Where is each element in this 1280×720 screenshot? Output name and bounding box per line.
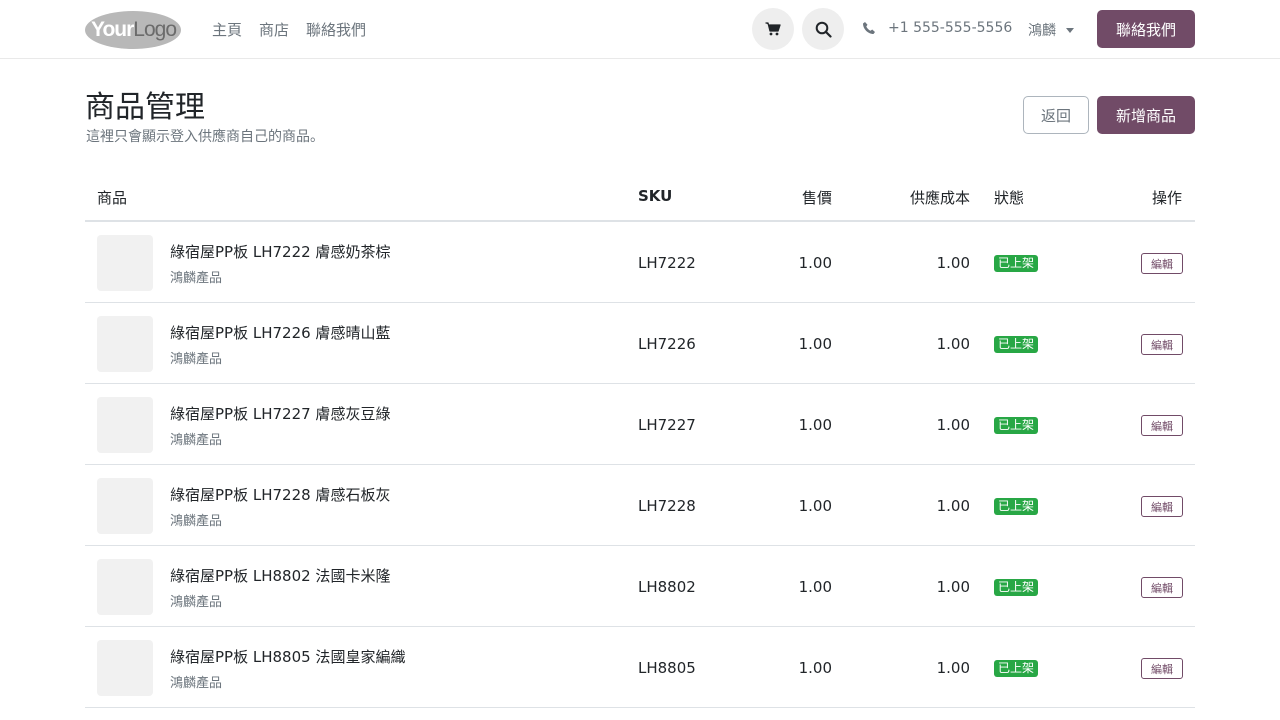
product-sku: LH7226 [638,335,696,353]
table-row: 綠宿屋PP板 LH8805 法國皇家編織 鴻麟產品 LH8805 1.00 1.… [85,627,1195,708]
product-price: 1.00 [798,659,832,677]
user-name: 鴻麟 [1028,23,1056,39]
table-row: 綠宿屋PP板 LH7228 膚感石板灰 鴻麟產品 LH7228 1.00 1.0… [85,465,1195,546]
product-vendor: 鴻麟產品 [170,676,223,691]
edit-button[interactable]: 編輯 [1141,415,1183,436]
table-row: 綠宿屋PP板 LH8802 法國卡米隆 鴻麟產品 LH8802 1.00 1.0… [85,546,1195,627]
product-thumbnail[interactable] [97,397,153,453]
add-product-button[interactable]: 新增商品 [1097,96,1195,134]
main-nav: 主頁 商店 聯絡我們 [212,0,366,58]
product-thumbnail[interactable] [97,640,153,696]
edit-button[interactable]: 編輯 [1141,658,1183,679]
product-name[interactable]: 綠宿屋PP板 LH7227 膚感灰豆綠 [170,403,390,424]
site-logo[interactable]: YourLogo [85,11,181,49]
product-price: 1.00 [798,254,832,272]
product-price: 1.00 [798,578,832,596]
chevron-down-icon [1066,27,1074,33]
contact-us-button[interactable]: 聯絡我們 [1097,10,1195,48]
product-thumbnail[interactable] [97,235,153,291]
product-price: 1.00 [798,335,832,353]
page-title: 商品管理 [85,90,205,125]
phone-number: +1 555-555-5556 [888,20,1013,36]
table-header: 商品 SKU 售價 供應成本 狀態 操作 [85,172,1195,222]
table-row: 綠宿屋PP板 LH7222 膚感奶茶棕 鴻麟產品 LH7222 1.00 1.0… [85,222,1195,303]
status-badge: 已上架 [994,660,1039,677]
product-vendor: 鴻麟產品 [170,352,223,367]
col-price: 售價 [801,189,832,207]
product-sku: LH8802 [638,578,696,596]
product-vendor: 鴻麟產品 [170,271,223,286]
edit-button[interactable]: 編輯 [1141,496,1183,517]
edit-button[interactable]: 編輯 [1141,577,1183,598]
search-icon [815,21,832,38]
status-badge: 已上架 [994,336,1039,353]
product-cost: 1.00 [936,659,970,677]
nav-contact[interactable]: 聯絡我們 [306,19,366,40]
logo-text: YourLogo [91,18,177,41]
back-button[interactable]: 返回 [1023,96,1089,134]
status-badge: 已上架 [994,255,1039,272]
product-sku: LH7222 [638,254,696,272]
product-sku: LH8805 [638,659,696,677]
search-button[interactable] [802,8,844,50]
product-name[interactable]: 綠宿屋PP板 LH7228 膚感石板灰 [170,484,390,505]
product-price: 1.00 [798,497,832,515]
product-cost: 1.00 [936,335,970,353]
product-vendor: 鴻麟產品 [170,514,223,529]
nav-shop[interactable]: 商店 [259,19,289,40]
product-vendor: 鴻麟產品 [170,595,223,610]
product-cost: 1.00 [936,578,970,596]
cart-icon [765,22,781,36]
product-name[interactable]: 綠宿屋PP板 LH8805 法國皇家編織 [170,646,405,667]
col-status: 狀態 [994,189,1025,207]
status-badge: 已上架 [994,498,1039,515]
user-menu[interactable]: 鴻麟 [1028,20,1074,40]
product-sku: LH7228 [638,497,696,515]
edit-button[interactable]: 編輯 [1141,334,1183,355]
cart-button[interactable] [752,8,794,50]
product-name[interactable]: 綠宿屋PP板 LH7222 膚感奶茶棕 [170,241,390,262]
product-name[interactable]: 綠宿屋PP板 LH8802 法國卡米隆 [170,565,390,586]
product-thumbnail[interactable] [97,478,153,534]
col-cost: 供應成本 [909,189,970,207]
table-row: 綠宿屋PP板 LH7227 膚感灰豆綠 鴻麟產品 LH7227 1.00 1.0… [85,384,1195,465]
site-header: YourLogo 主頁 商店 聯絡我們 +1 555-555-5556 鴻麟 聯… [0,0,1280,59]
nav-home[interactable]: 主頁 [212,19,242,40]
product-vendor: 鴻麟產品 [170,433,223,448]
product-thumbnail[interactable] [97,316,153,372]
col-product: 商品 [97,189,128,207]
edit-button[interactable]: 編輯 [1141,253,1183,274]
product-thumbnail[interactable] [97,559,153,615]
col-sku: SKU [638,187,673,205]
product-cost: 1.00 [936,497,970,515]
product-cost: 1.00 [936,254,970,272]
product-cost: 1.00 [936,416,970,434]
col-action: 操作 [1151,189,1182,207]
table-row: 綠宿屋PP板 LH7226 膚感晴山藍 鴻麟產品 LH7226 1.00 1.0… [85,303,1195,384]
status-badge: 已上架 [994,579,1039,596]
phone-icon [863,22,875,34]
product-sku: LH7227 [638,416,696,434]
product-name[interactable]: 綠宿屋PP板 LH7226 膚感晴山藍 [170,322,390,343]
status-badge: 已上架 [994,417,1039,434]
page-subtitle: 這裡只會顯示登入供應商自己的商品。 [86,129,324,145]
product-price: 1.00 [798,416,832,434]
phone-link[interactable]: +1 555-555-5556 [862,20,1012,36]
